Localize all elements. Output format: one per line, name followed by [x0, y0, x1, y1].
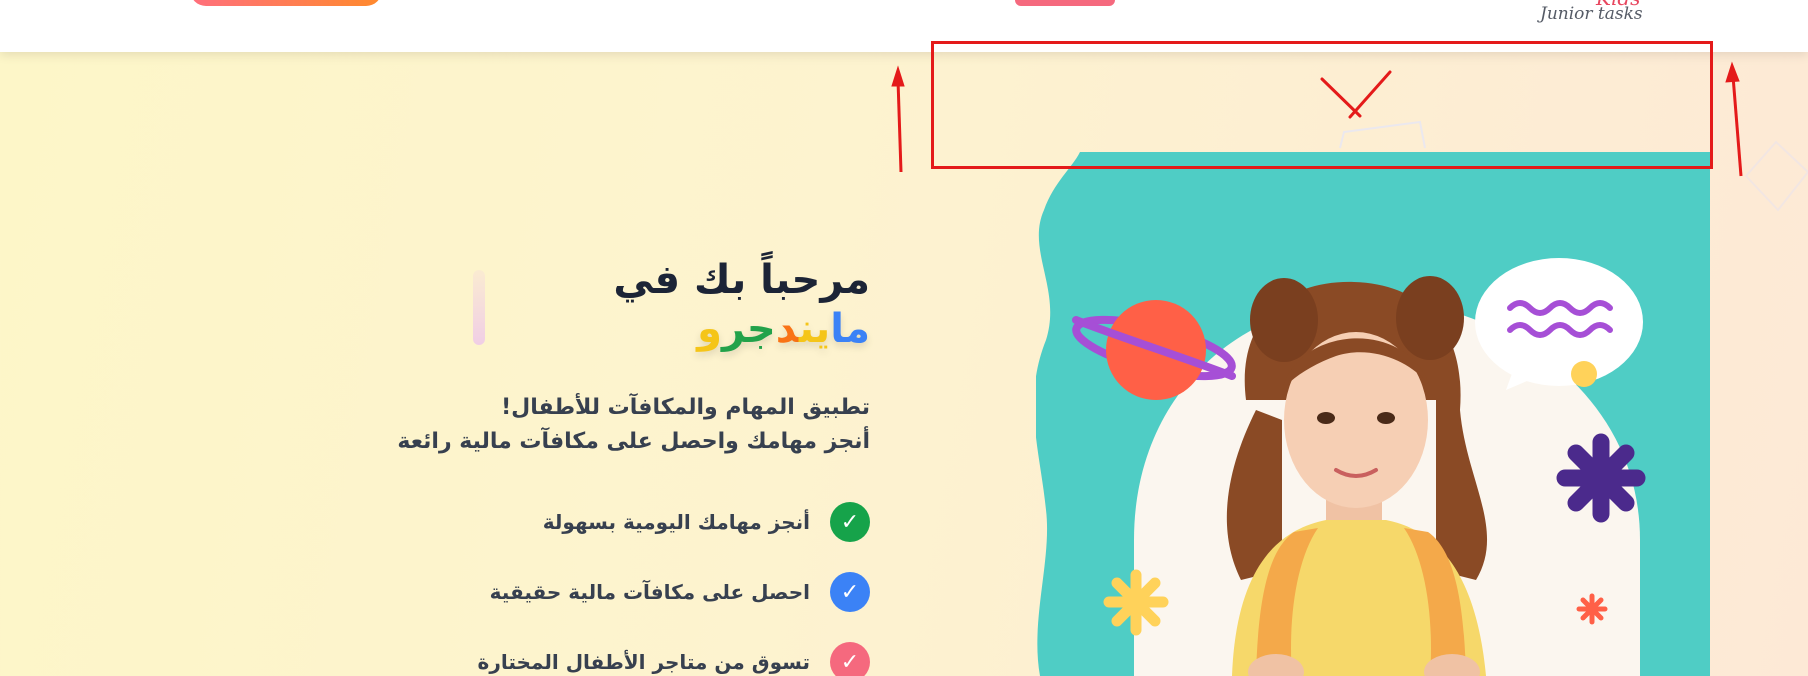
arrow-up-icon — [1725, 61, 1743, 177]
cross-icon — [1320, 70, 1392, 119]
annotation-marks — [891, 61, 1808, 212]
arrow-up-icon — [891, 65, 905, 173]
decorative-diamond — [1744, 140, 1808, 212]
decorative-outline — [1339, 120, 1426, 149]
